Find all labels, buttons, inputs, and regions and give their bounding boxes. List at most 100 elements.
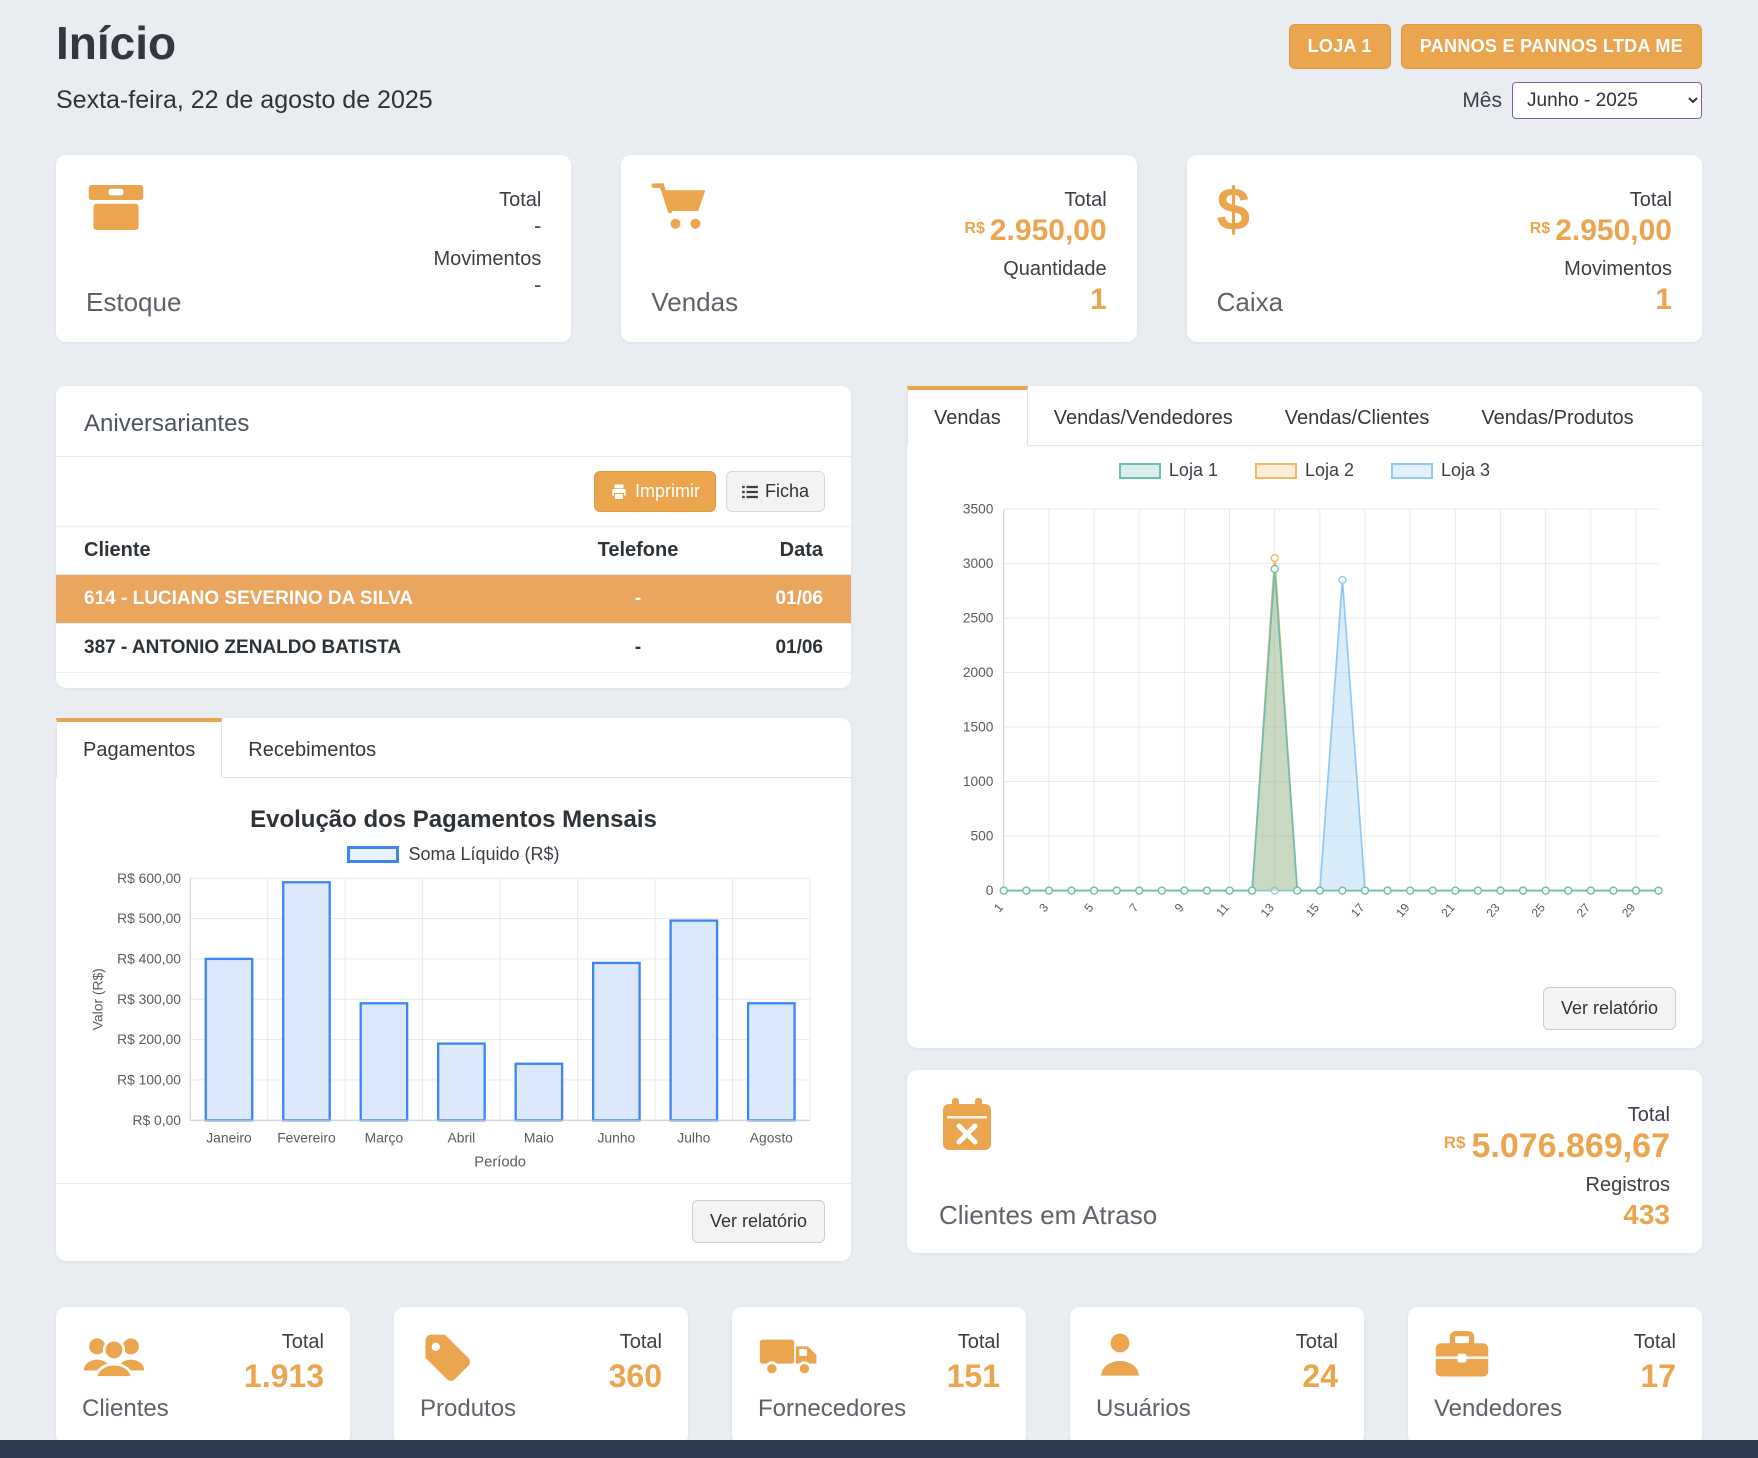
stat-value: 24 — [1296, 1358, 1338, 1395]
legend-label: Loja 3 — [1441, 460, 1490, 481]
print-button-label: Imprimir — [635, 481, 700, 502]
svg-text:25: 25 — [1529, 900, 1549, 919]
svg-text:0: 0 — [986, 883, 994, 898]
products-stat-card: Produtos Total 360 — [394, 1307, 688, 1445]
store-button[interactable]: LOJA 1 — [1289, 24, 1391, 69]
bar-chart-legend: Soma Líquido (R$) — [84, 844, 823, 865]
date-cell: 01/06 — [723, 686, 823, 688]
svg-text:27: 27 — [1574, 900, 1594, 919]
svg-text:R$ 200,00: R$ 200,00 — [117, 1031, 181, 1047]
table-header: Cliente Telefone Data — [56, 526, 851, 575]
card-label: Estoque — [86, 287, 181, 318]
svg-text:R$ 400,00: R$ 400,00 — [117, 951, 181, 967]
user-icon — [1096, 1331, 1191, 1379]
payments-tab-bar: PagamentosRecebimentos — [56, 718, 851, 778]
metric-value: - — [434, 271, 542, 299]
stat-label: Usuários — [1096, 1395, 1191, 1423]
metric-label: Quantidade — [964, 258, 1106, 281]
svg-text:13: 13 — [1258, 900, 1278, 919]
cart-icon — [651, 181, 738, 232]
sales-tab-vendas-produtos[interactable]: Vendas/Produtos — [1455, 386, 1659, 445]
bar-chart-title: Evolução dos Pagamentos Mensais — [84, 806, 823, 834]
legend-swatch — [347, 846, 399, 863]
svg-text:29: 29 — [1619, 900, 1639, 919]
legend-item: Loja 2 — [1255, 460, 1354, 481]
payments-tab-pagamentos[interactable]: Pagamentos — [56, 718, 222, 778]
legend-swatch — [1391, 463, 1433, 479]
svg-text:21: 21 — [1438, 900, 1458, 919]
metric-label: Movimentos — [1530, 258, 1672, 281]
sales-chart-area: Loja 1Loja 2Loja 3 050010001500200025003… — [907, 446, 1702, 975]
card-label: Vendas — [651, 287, 738, 318]
stat-value: 1.913 — [244, 1358, 324, 1395]
cash-card: $ Caixa Total R$2.950,00 Movimentos 1 — [1187, 155, 1702, 342]
metric-value: R$2.950,00 — [1530, 212, 1672, 250]
stat-value: 360 — [609, 1358, 662, 1395]
svg-text:3500: 3500 — [963, 501, 994, 516]
date-cell: 01/06 — [723, 637, 823, 659]
svg-text:15: 15 — [1303, 900, 1323, 919]
sales-report-button[interactable]: Ver relatório — [1543, 987, 1676, 1030]
column-data: Data — [723, 539, 823, 562]
sales-tab-vendas-vendedores[interactable]: Vendas/Vendedores — [1028, 386, 1259, 445]
sales-tab-vendas-clientes[interactable]: Vendas/Clientes — [1259, 386, 1456, 445]
month-filter: Mês Junho - 2025 — [1462, 82, 1702, 119]
stat-value: 151 — [947, 1358, 1000, 1395]
month-select[interactable]: Junho - 2025 — [1512, 82, 1702, 119]
svg-text:5: 5 — [1081, 900, 1096, 914]
legend-swatch — [1255, 463, 1297, 479]
payments-tab-recebimentos[interactable]: Recebimentos — [222, 718, 402, 777]
svg-text:R$ 300,00: R$ 300,00 — [117, 991, 181, 1007]
metric-value: - — [434, 212, 542, 240]
dollar-icon: $ — [1217, 181, 1283, 238]
ficha-button[interactable]: Ficha — [726, 471, 825, 512]
table-row[interactable]: 350 - JAQUELINE SOARES CORREIA (VELHA-01… — [56, 673, 851, 688]
metric-value: R$2.950,00 — [964, 212, 1106, 250]
summary-row: Estoque Total - Movimentos - — [56, 155, 1702, 342]
svg-text:2000: 2000 — [963, 665, 994, 680]
birthdays-table-body: 614 - LUCIANO SEVERINO DA SILVA-01/06387… — [56, 575, 851, 688]
svg-text:1000: 1000 — [963, 774, 994, 789]
stat-label: Vendedores — [1434, 1395, 1562, 1423]
svg-text:7: 7 — [1126, 900, 1141, 914]
stats-row: Clientes Total 1.913 Produtos Total 360 — [56, 1307, 1702, 1445]
legend-item: Loja 1 — [1119, 460, 1218, 481]
svg-text:1: 1 — [991, 900, 1006, 914]
stat-label: Produtos — [420, 1395, 516, 1423]
legend-item: Loja 3 — [1391, 460, 1490, 481]
print-button[interactable]: Imprimir — [594, 471, 716, 512]
sales-line-chart: 0500100015002000250030003500135791113151… — [935, 485, 1674, 971]
clients-stat-card: Clientes Total 1.913 — [56, 1307, 350, 1445]
svg-text:R$ 500,00: R$ 500,00 — [117, 910, 181, 926]
table-row[interactable]: 387 - ANTONIO ZENALDO BATISTA-01/06 — [56, 624, 851, 673]
legend-label: Loja 2 — [1305, 460, 1354, 481]
suppliers-stat-card: Fornecedores Total 151 — [732, 1307, 1026, 1445]
table-row[interactable]: 614 - LUCIANO SEVERINO DA SILVA-01/06 — [56, 575, 851, 624]
overdue-registros-value: 433 — [1444, 1199, 1670, 1231]
subheader: Sexta-feira, 22 de agosto de 2025 Mês Ju… — [56, 82, 1702, 119]
overdue-total-value: R$5.076.869,67 — [1444, 1127, 1670, 1166]
birthdays-card: Aniversariantes Imprimir — [56, 386, 851, 688]
currency-prefix: R$ — [1530, 220, 1550, 237]
column-telefone: Telefone — [553, 539, 723, 562]
overdue-registros-label: Registros — [1444, 1174, 1670, 1197]
sales-tab-vendas[interactable]: Vendas — [907, 386, 1028, 446]
column-cliente: Cliente — [84, 539, 553, 562]
stat-total-label: Total — [244, 1331, 324, 1354]
svg-text:9: 9 — [1172, 900, 1187, 914]
svg-text:11: 11 — [1213, 900, 1232, 919]
phone-cell: - — [553, 637, 723, 659]
company-button[interactable]: PANNOS E PANNOS LTDA ME — [1401, 24, 1702, 69]
people-icon — [82, 1331, 169, 1383]
header: Início LOJA 1 PANNOS E PANNOS LTDA ME — [56, 16, 1702, 70]
client-cell: 614 - LUCIANO SEVERINO DA SILVA — [84, 588, 553, 610]
currency-prefix: R$ — [964, 220, 984, 237]
legend-label: Loja 1 — [1169, 460, 1218, 481]
sales-summary-card: Vendas Total R$2.950,00 Quantidade 1 — [621, 155, 1136, 342]
svg-text:Julho: Julho — [677, 1129, 710, 1145]
svg-text:R$ 100,00: R$ 100,00 — [117, 1072, 181, 1088]
currency-prefix: R$ — [1444, 1133, 1466, 1152]
payments-report-button[interactable]: Ver relatório — [692, 1200, 825, 1243]
footer-bar — [0, 1440, 1758, 1458]
page-title: Início — [56, 16, 176, 70]
